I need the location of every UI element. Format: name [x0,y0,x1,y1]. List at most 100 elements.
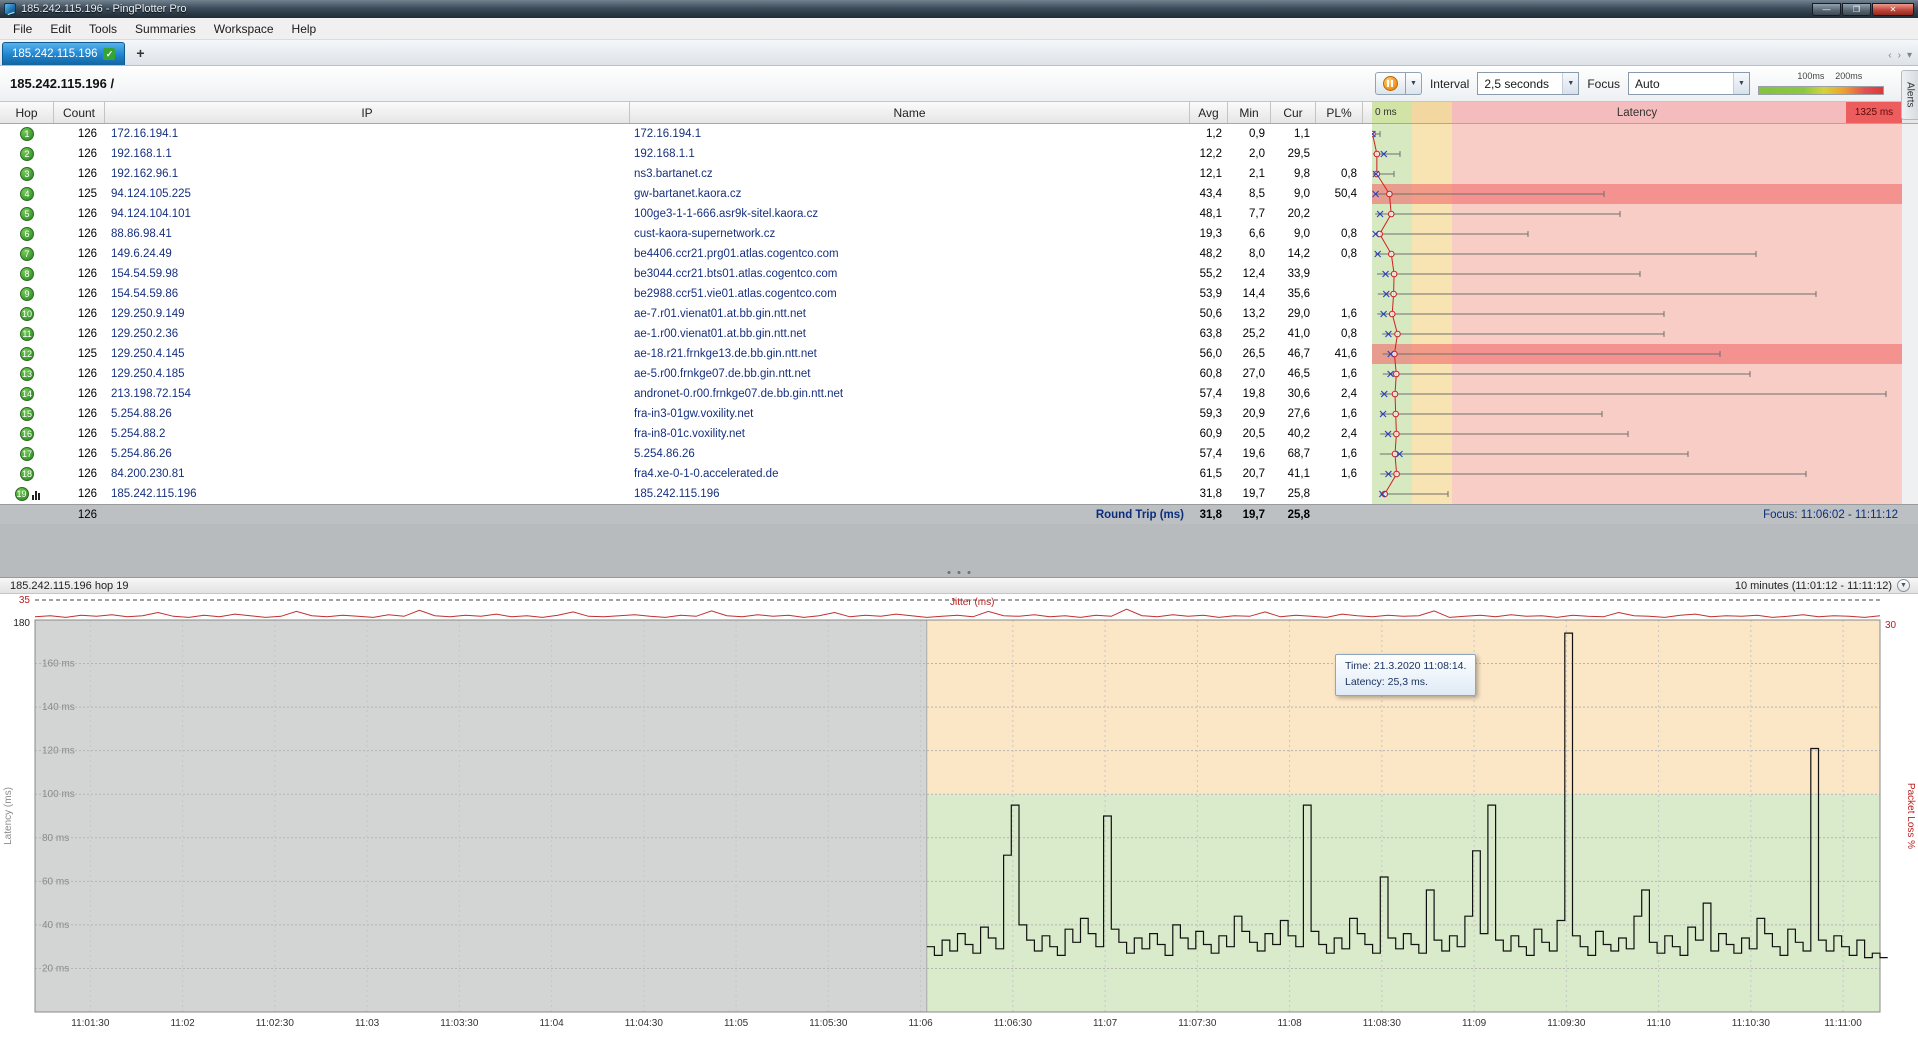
table-row[interactable]: 512694.124.104.101100ge3-1-1-666.asr9k-s… [0,204,1902,224]
table-row[interactable]: 612688.86.98.41cust-kaora-supernetwork.c… [0,224,1902,244]
tab-list-chevron-icon[interactable]: ▾ [1907,50,1912,61]
timeline-title: 185.242.115.196 hop 19 [10,580,128,592]
name-cell[interactable]: 185.242.115.196 [630,484,1190,504]
table-row[interactable]: 161265.254.88.2fra-in8-01c.voxility.net6… [0,424,1902,444]
splitter-handle-icon[interactable] [948,571,971,574]
interval-select[interactable]: 2,5 seconds ▼ [1477,72,1579,95]
col-header-cur[interactable]: Cur [1271,102,1316,123]
menu-item-summaries[interactable]: Summaries [126,20,205,38]
panel-splitter[interactable] [0,524,1918,577]
ip-cell[interactable]: 192.168.1.1 [105,144,630,164]
table-row[interactable]: 11126129.250.2.36ae-1.r00.vienat01.at.bb… [0,324,1902,344]
name-cell[interactable]: ae-5.r00.frnkge07.de.bb.gin.ntt.net [630,364,1190,384]
ip-cell[interactable]: 88.86.98.41 [105,224,630,244]
alerts-side-tab[interactable]: Alerts [1901,70,1918,120]
ip-cell[interactable]: 129.250.4.185 [105,364,630,384]
avg-cell: 63,8 [1190,324,1228,344]
ip-cell[interactable]: 5.254.88.26 [105,404,630,424]
latency-graph-cell [1372,364,1902,384]
new-tab-button[interactable]: + [130,43,150,63]
table-row[interactable]: 3126192.162.96.1ns3.bartanet.cz12,12,19,… [0,164,1902,184]
name-cell[interactable]: ae-1.r00.vienat01.at.bb.gin.ntt.net [630,324,1190,344]
table-row[interactable]: 1126172.16.194.1172.16.194.11,20,91,1 [0,124,1902,144]
menu-item-workspace[interactable]: Workspace [205,20,283,38]
ip-cell[interactable]: 213.198.72.154 [105,384,630,404]
ip-cell[interactable]: 172.16.194.1 [105,124,630,144]
menu-item-help[interactable]: Help [283,20,326,38]
ip-cell[interactable]: 5.254.86.26 [105,444,630,464]
maximize-button[interactable]: ❐ [1842,3,1871,16]
hop-number-badge: 14 [20,387,34,401]
name-cell[interactable]: gw-bartanet.kaora.cz [630,184,1190,204]
col-header-count[interactable]: Count [54,102,105,123]
ip-cell[interactable]: 129.250.2.36 [105,324,630,344]
table-row[interactable]: 8126154.54.59.98be3044.ccr21.bts01.atlas… [0,264,1902,284]
table-row[interactable]: 412594.124.105.225gw-bartanet.kaora.cz43… [0,184,1902,204]
tab-scroll-right-icon[interactable]: › [1898,50,1901,61]
table-row[interactable]: 1812684.200.230.81fra4.xe-0-1-0.accelera… [0,464,1902,484]
ip-cell[interactable]: 192.162.96.1 [105,164,630,184]
avg-cell: 60,9 [1190,424,1228,444]
name-cell[interactable]: ae-7.r01.vienat01.at.bb.gin.ntt.net [630,304,1190,324]
svg-text:11:09: 11:09 [1462,1018,1487,1029]
table-row[interactable]: 19126185.242.115.196185.242.115.19631,81… [0,484,1902,504]
name-cell[interactable]: 5.254.86.26 [630,444,1190,464]
col-header-pl[interactable]: PL% [1316,102,1363,123]
ip-cell[interactable]: 185.242.115.196 [105,484,630,504]
ip-cell[interactable]: 129.250.4.145 [105,344,630,364]
name-cell[interactable]: 100ge3-1-1-666.asr9k-sitel.kaora.cz [630,204,1190,224]
name-cell[interactable]: fra4.xe-0-1-0.accelerated.de [630,464,1190,484]
table-row[interactable]: 7126149.6.24.49be4406.ccr21.prg01.atlas.… [0,244,1902,264]
ip-cell[interactable]: 129.250.9.149 [105,304,630,324]
ip-cell[interactable]: 149.6.24.49 [105,244,630,264]
table-row[interactable]: 171265.254.86.265.254.86.2657,419,668,71… [0,444,1902,464]
col-header-hop[interactable]: Hop [0,102,54,123]
col-header-avg[interactable]: Avg [1190,102,1228,123]
ip-cell[interactable]: 154.54.59.98 [105,264,630,284]
menu-item-file[interactable]: File [4,20,41,38]
pl-cell: 1,6 [1316,464,1363,484]
pause-button[interactable] [1375,72,1406,95]
name-cell[interactable]: 172.16.194.1 [630,124,1190,144]
ip-cell[interactable]: 84.200.230.81 [105,464,630,484]
table-row[interactable]: 2126192.168.1.1192.168.1.112,22,029,5 [0,144,1902,164]
menu-item-tools[interactable]: Tools [80,20,126,38]
name-cell[interactable]: be4406.ccr21.prg01.atlas.cogentco.com [630,244,1190,264]
name-cell[interactable]: fra-in8-01c.voxility.net [630,424,1190,444]
focus-value: Auto [1635,77,1660,91]
table-row[interactable]: 13126129.250.4.185ae-5.r00.frnkge07.de.b… [0,364,1902,384]
name-cell[interactable]: 192.168.1.1 [630,144,1190,164]
col-header-latency: 0 ms Latency 1325 ms [1372,102,1902,123]
close-button[interactable]: ✕ [1872,3,1914,16]
tab-target[interactable]: 185.242.115.196 ✓ [2,42,125,65]
ip-cell[interactable]: 94.124.105.225 [105,184,630,204]
menu-item-edit[interactable]: Edit [41,20,80,38]
name-cell[interactable]: be3044.ccr21.bts01.atlas.cogentco.com [630,264,1190,284]
name-cell[interactable]: cust-kaora-supernetwork.cz [630,224,1190,244]
ip-cell[interactable]: 94.124.104.101 [105,204,630,224]
svg-text:Latency (ms): Latency (ms) [3,787,14,845]
table-row[interactable]: 12125129.250.4.145ae-18.r21.frnkge13.de.… [0,344,1902,364]
name-cell[interactable]: ns3.bartanet.cz [630,164,1190,184]
ip-cell[interactable]: 154.54.59.86 [105,284,630,304]
timeline-range-label[interactable]: 10 minutes (11:01:12 - 11:11:12) [1735,580,1892,592]
table-row[interactable]: 9126154.54.59.86be2988.ccr51.vie01.atlas… [0,284,1902,304]
name-cell[interactable]: fra-in3-01gw.voxility.net [630,404,1190,424]
table-row[interactable]: 14126213.198.72.154andronet-0.r00.frnkge… [0,384,1902,404]
timeline-range-chevron-icon[interactable]: ▼ [1897,579,1910,592]
table-row[interactable]: 10126129.250.9.149ae-7.r01.vienat01.at.b… [0,304,1902,324]
minimize-button[interactable]: — [1812,3,1841,16]
col-header-name[interactable]: Name [630,102,1190,123]
name-cell[interactable]: ae-18.r21.frnkge13.de.bb.gin.ntt.net [630,344,1190,364]
svg-text:11:11:00: 11:11:00 [1824,1018,1862,1029]
name-cell[interactable]: be2988.ccr51.vie01.atlas.cogentco.com [630,284,1190,304]
table-row[interactable]: 151265.254.88.26fra-in3-01gw.voxility.ne… [0,404,1902,424]
ip-cell[interactable]: 5.254.88.2 [105,424,630,444]
col-header-min[interactable]: Min [1228,102,1271,123]
focus-select[interactable]: Auto ▼ [1628,72,1750,95]
timeline-chart[interactable]: 160 ms140 ms120 ms100 ms80 ms60 ms40 ms2… [0,594,1918,1038]
name-cell[interactable]: andronet-0.r00.frnkge07.de.bb.gin.ntt.ne… [630,384,1190,404]
col-header-ip[interactable]: IP [105,102,630,123]
tab-scroll-left-icon[interactable]: ‹ [1888,50,1891,61]
pause-dropdown-button[interactable]: ▼ [1406,72,1422,95]
